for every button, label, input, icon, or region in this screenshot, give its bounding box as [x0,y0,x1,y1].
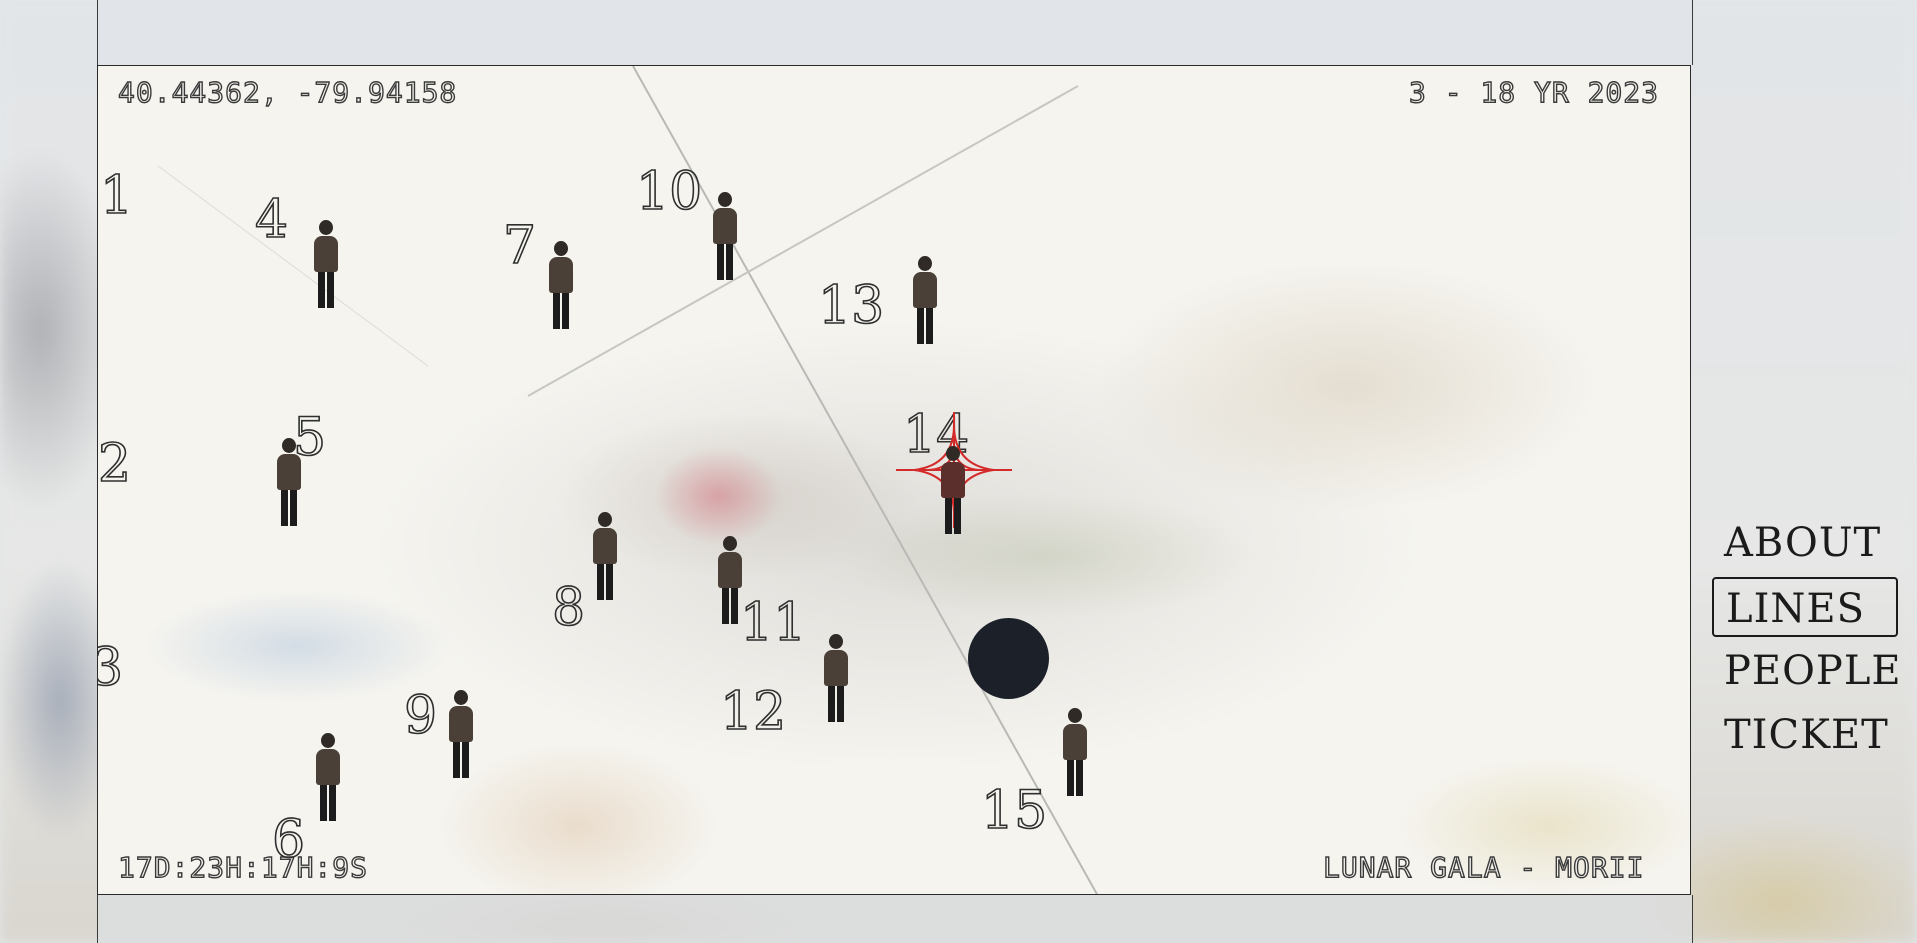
model-figure-11[interactable] [718,536,742,624]
figure-legs [453,742,469,778]
model-figure-12[interactable] [824,634,848,722]
look-marker-7[interactable]: 7 [502,219,537,273]
figure-torso [713,208,737,244]
figure-torso [449,706,473,742]
top-band [97,0,1693,65]
figure-head [1068,708,1082,723]
model-figure-13[interactable] [913,256,937,344]
date-readout: 3 - 18 YR 2023 [1408,75,1660,109]
figure-legs [553,293,569,329]
figure-legs [1067,760,1083,796]
coordinates-readout: 40.44362, -79.94158 [117,75,458,109]
look-marker-12[interactable]: 12 [719,685,787,739]
figure-legs [281,490,297,526]
model-figure-5[interactable] [277,438,301,526]
look-marker-13[interactable]: 13 [817,279,885,333]
figure-legs [320,785,336,821]
figure-torso [941,462,965,498]
figure-head [718,192,732,207]
look-marker-10[interactable]: 10 [635,165,703,219]
model-figure-4[interactable] [314,220,338,308]
main-nav: ABOUT LINES PEOPLE TICKET [1712,513,1901,769]
figure-legs [318,272,334,308]
model-figure-9[interactable] [449,690,473,778]
figure-head [918,256,932,271]
look-marker-8[interactable]: 8 [551,581,586,635]
model-figure-7[interactable] [549,241,573,329]
countdown-timer: 17D:23H:17H:9S [117,850,369,884]
figure-legs [917,308,933,344]
model-figure-10[interactable] [713,192,737,280]
nav-lines[interactable]: LINES [1712,577,1898,637]
figure-head [454,690,468,705]
figure-torso [277,454,301,490]
nav-people[interactable]: PEOPLE [1712,641,1901,701]
guide-line [632,66,1099,894]
figure-torso [593,528,617,564]
model-figure-14[interactable] [941,446,965,534]
figure-torso [718,552,742,588]
figure-legs [945,498,961,534]
figure-torso [913,272,937,308]
figure-torso [824,650,848,686]
figure-head [321,733,335,748]
model-figure-8[interactable] [593,512,617,600]
look-marker-6[interactable]: 6 [271,813,306,867]
figure-torso [549,257,573,293]
model-figure-6[interactable] [316,733,340,821]
guide-line [157,165,429,367]
guide-line [527,85,1079,397]
nav-ticket[interactable]: TICKET [1712,705,1898,765]
figure-legs [717,244,733,280]
figure-head [282,438,296,453]
model-figure-15[interactable] [1063,708,1087,796]
figure-head [723,536,737,551]
bottom-band [97,895,1693,943]
look-marker-11[interactable]: 11 [739,596,807,650]
figure-head [554,241,568,256]
figure-legs [722,588,738,624]
figure-legs [828,686,844,722]
figure-torso [314,236,338,272]
figure-head [946,446,960,461]
nav-about[interactable]: ABOUT [1712,513,1898,573]
figure-legs [597,564,613,600]
look-marker-4[interactable]: 4 [254,193,289,247]
event-title: LUNAR GALA - MORII [1322,850,1645,884]
look-marker-1[interactable]: 1 [99,169,134,223]
look-marker-15[interactable]: 15 [980,784,1048,838]
figure-head [829,634,843,649]
cursor-dot [968,618,1049,699]
figure-head [598,512,612,527]
figure-torso [1063,724,1087,760]
figure-torso [316,749,340,785]
figure-head [319,220,333,235]
look-marker-9[interactable]: 9 [403,689,438,743]
look-marker-2[interactable]: 2 [97,437,132,491]
